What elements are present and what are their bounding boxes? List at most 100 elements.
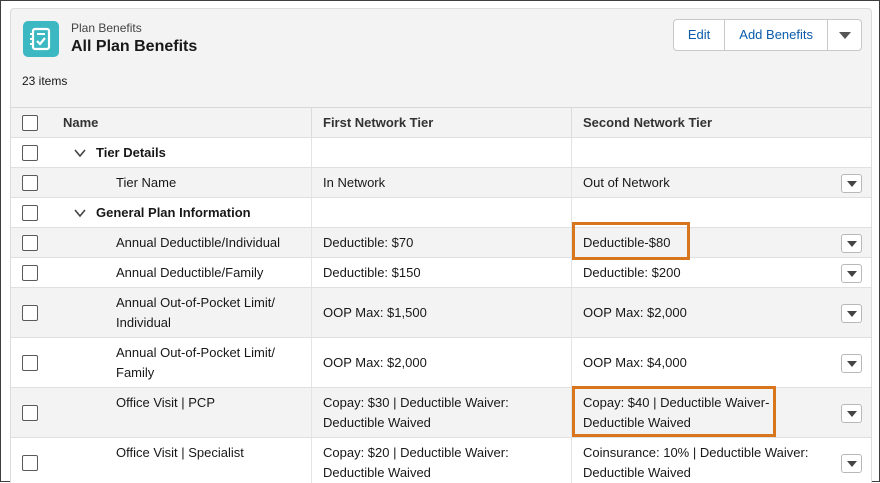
list-title[interactable]: All Plan Benefits — [71, 38, 197, 56]
row-action-button[interactable] — [841, 173, 862, 193]
benefit-name[interactable]: Office Visit | PCP — [52, 393, 215, 433]
second-tier-cell: Coinsurance: 10% | Deductible Waiver: Ded… — [571, 438, 871, 483]
table-row: Annual Deductible/Family Deductible: $150… — [11, 257, 871, 287]
second-tier-cell — [571, 138, 871, 167]
benefit-name-line: Annual Out-of-Pocket Limit/ — [116, 344, 275, 360]
chevron-down-icon — [847, 410, 857, 417]
benefit-name[interactable]: Annual Out-of-Pocket Limit/Family — [52, 343, 275, 383]
chevron-down-icon — [847, 180, 857, 187]
row-checkbox[interactable] — [22, 354, 38, 371]
column-header-second-tier[interactable]: Second Network Tier — [571, 108, 871, 137]
chevron-down-icon[interactable] — [74, 207, 86, 219]
row-checkbox[interactable] — [22, 454, 38, 471]
second-tier-cell: Deductible-$80 — [571, 228, 871, 257]
second-tier-value: Coinsurance: 10% | Deductible Waiver: — [583, 444, 809, 460]
first-tier-cell: Copay: $20 | Deductible Waiver: Deductibl… — [311, 438, 571, 483]
benefit-name[interactable]: Annual Deductible/Family — [52, 263, 263, 283]
row-checkbox[interactable] — [22, 304, 38, 321]
benefit-name-line: Tier Name — [116, 174, 177, 190]
first-tier-cell: In Network — [311, 168, 571, 197]
second-tier-value: Copay: $40 | Deductible Waiver- — [583, 394, 770, 410]
row-checkbox[interactable] — [22, 404, 38, 421]
chevron-down-icon[interactable] — [74, 147, 86, 159]
second-tier-value: Out of Network — [583, 174, 670, 190]
table-row: Annual Out-of-Pocket Limit/Family OOP Max… — [11, 337, 871, 387]
second-tier-cell: OOP Max: $2,000 — [571, 288, 871, 337]
first-tier-value: Copay: $30 | Deductible Waiver: — [323, 394, 509, 410]
group-label: Tier Details — [96, 144, 166, 160]
row-action-button[interactable] — [841, 263, 862, 283]
benefit-name[interactable]: Tier Name — [52, 173, 176, 193]
benefit-name-line — [116, 413, 215, 433]
first-tier-cell — [311, 198, 571, 227]
table-header-row: Name First Network Tier Second Network T… — [11, 107, 871, 137]
row-checkbox[interactable] — [22, 144, 38, 161]
first-tier-value: Deductible: $150 — [323, 264, 421, 280]
benefits-table: Name First Network Tier Second Network T… — [11, 107, 871, 483]
first-tier-value: In Network — [323, 174, 386, 190]
table-row: Office Visit | PCP Copay: $30 | Deductibl… — [11, 386, 871, 437]
benefit-name[interactable]: Annual Deductible/Individual — [52, 233, 280, 253]
table-row: Tier Name In Network Out of Network — [11, 167, 871, 197]
header-button-group: Edit Add Benefits — [672, 19, 862, 51]
chevron-down-icon — [847, 240, 857, 247]
first-tier-value: OOP Max: $1,500 — [323, 304, 427, 320]
benefit-name-line: Office Visit | Specialist — [116, 444, 244, 460]
first-tier-cell: Copay: $30 | Deductible Waiver: Deductibl… — [311, 388, 571, 437]
object-label: Plan Benefits — [71, 21, 142, 35]
row-action-button[interactable] — [841, 233, 862, 253]
table-row: Annual Deductible/Individual Deductible: … — [11, 222, 871, 260]
row-checkbox[interactable] — [22, 204, 38, 221]
second-tier-cell: Out of Network — [571, 168, 871, 197]
first-tier-cell: OOP Max: $1,500 — [311, 288, 571, 337]
benefit-name-line: Family — [116, 364, 155, 380]
benefit-name[interactable]: Annual Out-of-Pocket Limit/Individual — [52, 293, 275, 333]
select-all-checkbox[interactable] — [22, 114, 38, 131]
benefit-name[interactable]: Office Visit | Specialist — [52, 443, 244, 483]
chevron-down-icon — [847, 460, 857, 467]
benefit-name-line: Office Visit | PCP — [116, 394, 215, 410]
first-tier-cell — [311, 138, 571, 167]
table-row: Office Visit | Specialist Copay: $20 | De… — [11, 437, 871, 483]
row-action-button[interactable] — [841, 303, 862, 323]
first-tier-cell: Deductible: $150 — [311, 258, 571, 287]
second-tier-value: Deductible: $200 — [583, 264, 681, 280]
chevron-down-icon — [847, 310, 857, 317]
first-tier-value: Deductible: $70 — [323, 234, 414, 250]
edit-button[interactable]: Edit — [672, 19, 726, 51]
chevron-down-icon — [847, 360, 857, 367]
row-checkbox[interactable] — [22, 174, 38, 191]
second-tier-cell — [571, 198, 871, 227]
chevron-down-icon — [839, 32, 851, 39]
benefit-name-line: Annual Out-of-Pocket Limit/ — [116, 294, 275, 310]
first-tier-cell: Deductible: $70 — [311, 228, 571, 257]
column-header-first-tier[interactable]: First Network Tier — [311, 108, 571, 137]
row-action-button[interactable] — [841, 453, 862, 473]
row-action-button[interactable] — [841, 403, 862, 423]
second-tier-cell: OOP Max: $4,000 — [571, 338, 871, 387]
column-header-name[interactable]: Name — [52, 108, 311, 137]
second-tier-cell: Deductible: $200 — [571, 258, 871, 287]
first-tier-cell: OOP Max: $2,000 — [311, 338, 571, 387]
first-tier-value: Copay: $20 | Deductible Waiver: — [323, 444, 509, 460]
first-tier-value: Deductible Waived — [323, 464, 431, 480]
first-tier-value: Deductible Waived — [323, 414, 431, 430]
group-row: Tier Details — [11, 137, 871, 167]
more-actions-button[interactable] — [828, 19, 862, 51]
table-row: Annual Out-of-Pocket Limit/Individual OOP… — [11, 287, 871, 337]
related-list-card: Plan Benefits All Plan Benefits Edit Add… — [10, 8, 872, 483]
checklist-icon — [23, 21, 59, 57]
row-action-button[interactable] — [841, 353, 862, 373]
chevron-down-icon — [847, 270, 857, 277]
second-tier-cell: Copay: $40 | Deductible Waiver- Deductibl… — [571, 388, 871, 437]
second-tier-value: OOP Max: $2,000 — [583, 304, 687, 320]
second-tier-value: Deductible Waived — [583, 414, 691, 430]
benefit-name-line: Annual Deductible/Individual — [116, 234, 281, 250]
add-benefits-button[interactable]: Add Benefits — [725, 19, 828, 51]
group-row: General Plan Information — [11, 197, 871, 227]
row-checkbox[interactable] — [22, 234, 38, 251]
benefit-name-line: Individual — [116, 314, 171, 330]
row-checkbox[interactable] — [22, 264, 38, 281]
benefit-name-line: Annual Deductible/Family — [116, 264, 264, 280]
second-tier-value: OOP Max: $4,000 — [583, 354, 687, 370]
